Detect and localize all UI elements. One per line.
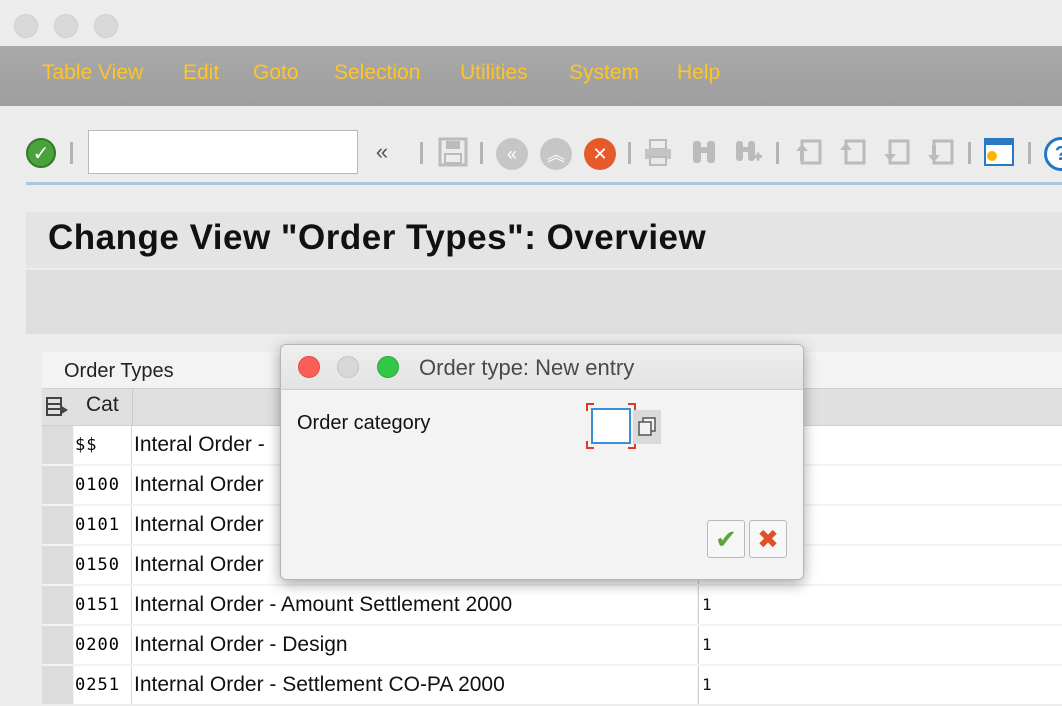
command-field[interactable] bbox=[88, 130, 358, 174]
column-header-cat[interactable]: Cat bbox=[86, 393, 119, 417]
toolbar-separator bbox=[70, 142, 73, 164]
order-type-text: Internal Order - Design bbox=[132, 626, 697, 664]
order-category-input[interactable] bbox=[591, 408, 631, 444]
toolbar-divider bbox=[26, 182, 1062, 185]
header-separator bbox=[132, 388, 133, 426]
row-selector[interactable] bbox=[42, 666, 73, 704]
menu-utilities[interactable]: Utilities bbox=[460, 61, 528, 85]
menu-help[interactable]: Help bbox=[677, 61, 720, 85]
expand-command-icon[interactable]: « bbox=[366, 135, 398, 169]
row-selector[interactable] bbox=[42, 506, 73, 544]
order-type-code: 0100 bbox=[74, 466, 132, 504]
dialog-titlebar: Order type: New entry bbox=[281, 345, 803, 390]
menu-selection[interactable]: Selection bbox=[334, 61, 420, 85]
confirm-button[interactable]: ✔ bbox=[707, 520, 745, 558]
window-zoom-button[interactable] bbox=[94, 14, 118, 38]
back-icon[interactable]: « bbox=[496, 138, 528, 170]
table-caption: Order Types bbox=[64, 360, 174, 382]
dialog-title: Order type: New entry bbox=[419, 355, 635, 380]
next-page-icon[interactable] bbox=[880, 135, 912, 169]
table-row[interactable]: 0251 Internal Order - Settlement CO-PA 20… bbox=[42, 666, 1062, 706]
row-selector[interactable] bbox=[42, 586, 73, 624]
page-title: Change View "Order Types": Overview bbox=[48, 218, 707, 257]
order-category-label: Order category bbox=[297, 412, 431, 434]
dialog-body: Order category ✔ ✖ bbox=[281, 390, 803, 579]
toolbar-separator bbox=[776, 142, 779, 164]
menu-edit[interactable]: Edit bbox=[183, 61, 219, 85]
order-category-value: 1 bbox=[698, 666, 1062, 704]
table-settings-icon[interactable] bbox=[46, 396, 70, 418]
dialog-zoom-button[interactable] bbox=[377, 356, 399, 378]
exit-icon[interactable]: ︽ bbox=[540, 138, 572, 170]
row-selector[interactable] bbox=[42, 426, 73, 464]
save-icon[interactable] bbox=[437, 135, 469, 169]
order-type-code: $$ bbox=[74, 426, 132, 464]
toolbar-separator bbox=[968, 142, 971, 164]
window-minimize-button[interactable] bbox=[54, 14, 78, 38]
order-category-value: 1 bbox=[698, 626, 1062, 664]
new-entry-dialog: Order type: New entry Order category ✔ ✖ bbox=[280, 344, 804, 580]
dialog-close-button[interactable] bbox=[298, 356, 320, 378]
table-row[interactable]: 0200 Internal Order - Design 1 bbox=[42, 626, 1062, 666]
order-type-text: Internal Order - Amount Settlement 2000 bbox=[132, 586, 697, 624]
menu-table-view[interactable]: Table View bbox=[42, 61, 143, 85]
find-icon[interactable] bbox=[688, 135, 720, 169]
order-type-text: Internal Order - Settlement CO-PA 2000 bbox=[132, 666, 697, 704]
toolbar-separator bbox=[628, 142, 631, 164]
create-session-icon[interactable] bbox=[983, 135, 1015, 169]
toolbar-separator bbox=[1028, 142, 1031, 164]
first-page-icon[interactable] bbox=[792, 135, 824, 169]
value-help-icon[interactable] bbox=[633, 410, 661, 444]
cancel-button[interactable]: ✖ bbox=[749, 520, 787, 558]
application-toolbar bbox=[26, 270, 1062, 334]
previous-page-icon[interactable] bbox=[836, 135, 868, 169]
menu-system[interactable]: System bbox=[569, 61, 639, 85]
dialog-minimize-button[interactable] bbox=[337, 356, 359, 378]
row-selector[interactable] bbox=[42, 626, 73, 664]
find-next-icon[interactable] bbox=[732, 135, 764, 169]
window-close-button[interactable] bbox=[14, 14, 38, 38]
order-type-code: 0151 bbox=[74, 586, 132, 624]
cancel-icon[interactable]: ✕ bbox=[584, 138, 616, 170]
order-type-code: 0150 bbox=[74, 546, 132, 584]
order-type-code: 0251 bbox=[74, 666, 132, 704]
print-icon[interactable] bbox=[642, 135, 674, 169]
window-titlebar bbox=[0, 0, 1062, 46]
table-row[interactable]: 0151 Internal Order - Amount Settlement 2… bbox=[42, 586, 1062, 626]
toolbar-separator bbox=[480, 142, 483, 164]
menu-bar: Table View Edit Goto Selection Utilities… bbox=[0, 46, 1062, 106]
row-selector[interactable] bbox=[42, 466, 73, 504]
order-category-value: 1 bbox=[698, 586, 1062, 624]
toolbar-separator bbox=[420, 142, 423, 164]
row-selector[interactable] bbox=[42, 546, 73, 584]
menu-goto[interactable]: Goto bbox=[253, 61, 299, 85]
enter-icon[interactable]: ✓ bbox=[26, 138, 56, 168]
order-type-code: 0200 bbox=[74, 626, 132, 664]
last-page-icon[interactable] bbox=[924, 135, 956, 169]
order-type-code: 0101 bbox=[74, 506, 132, 544]
